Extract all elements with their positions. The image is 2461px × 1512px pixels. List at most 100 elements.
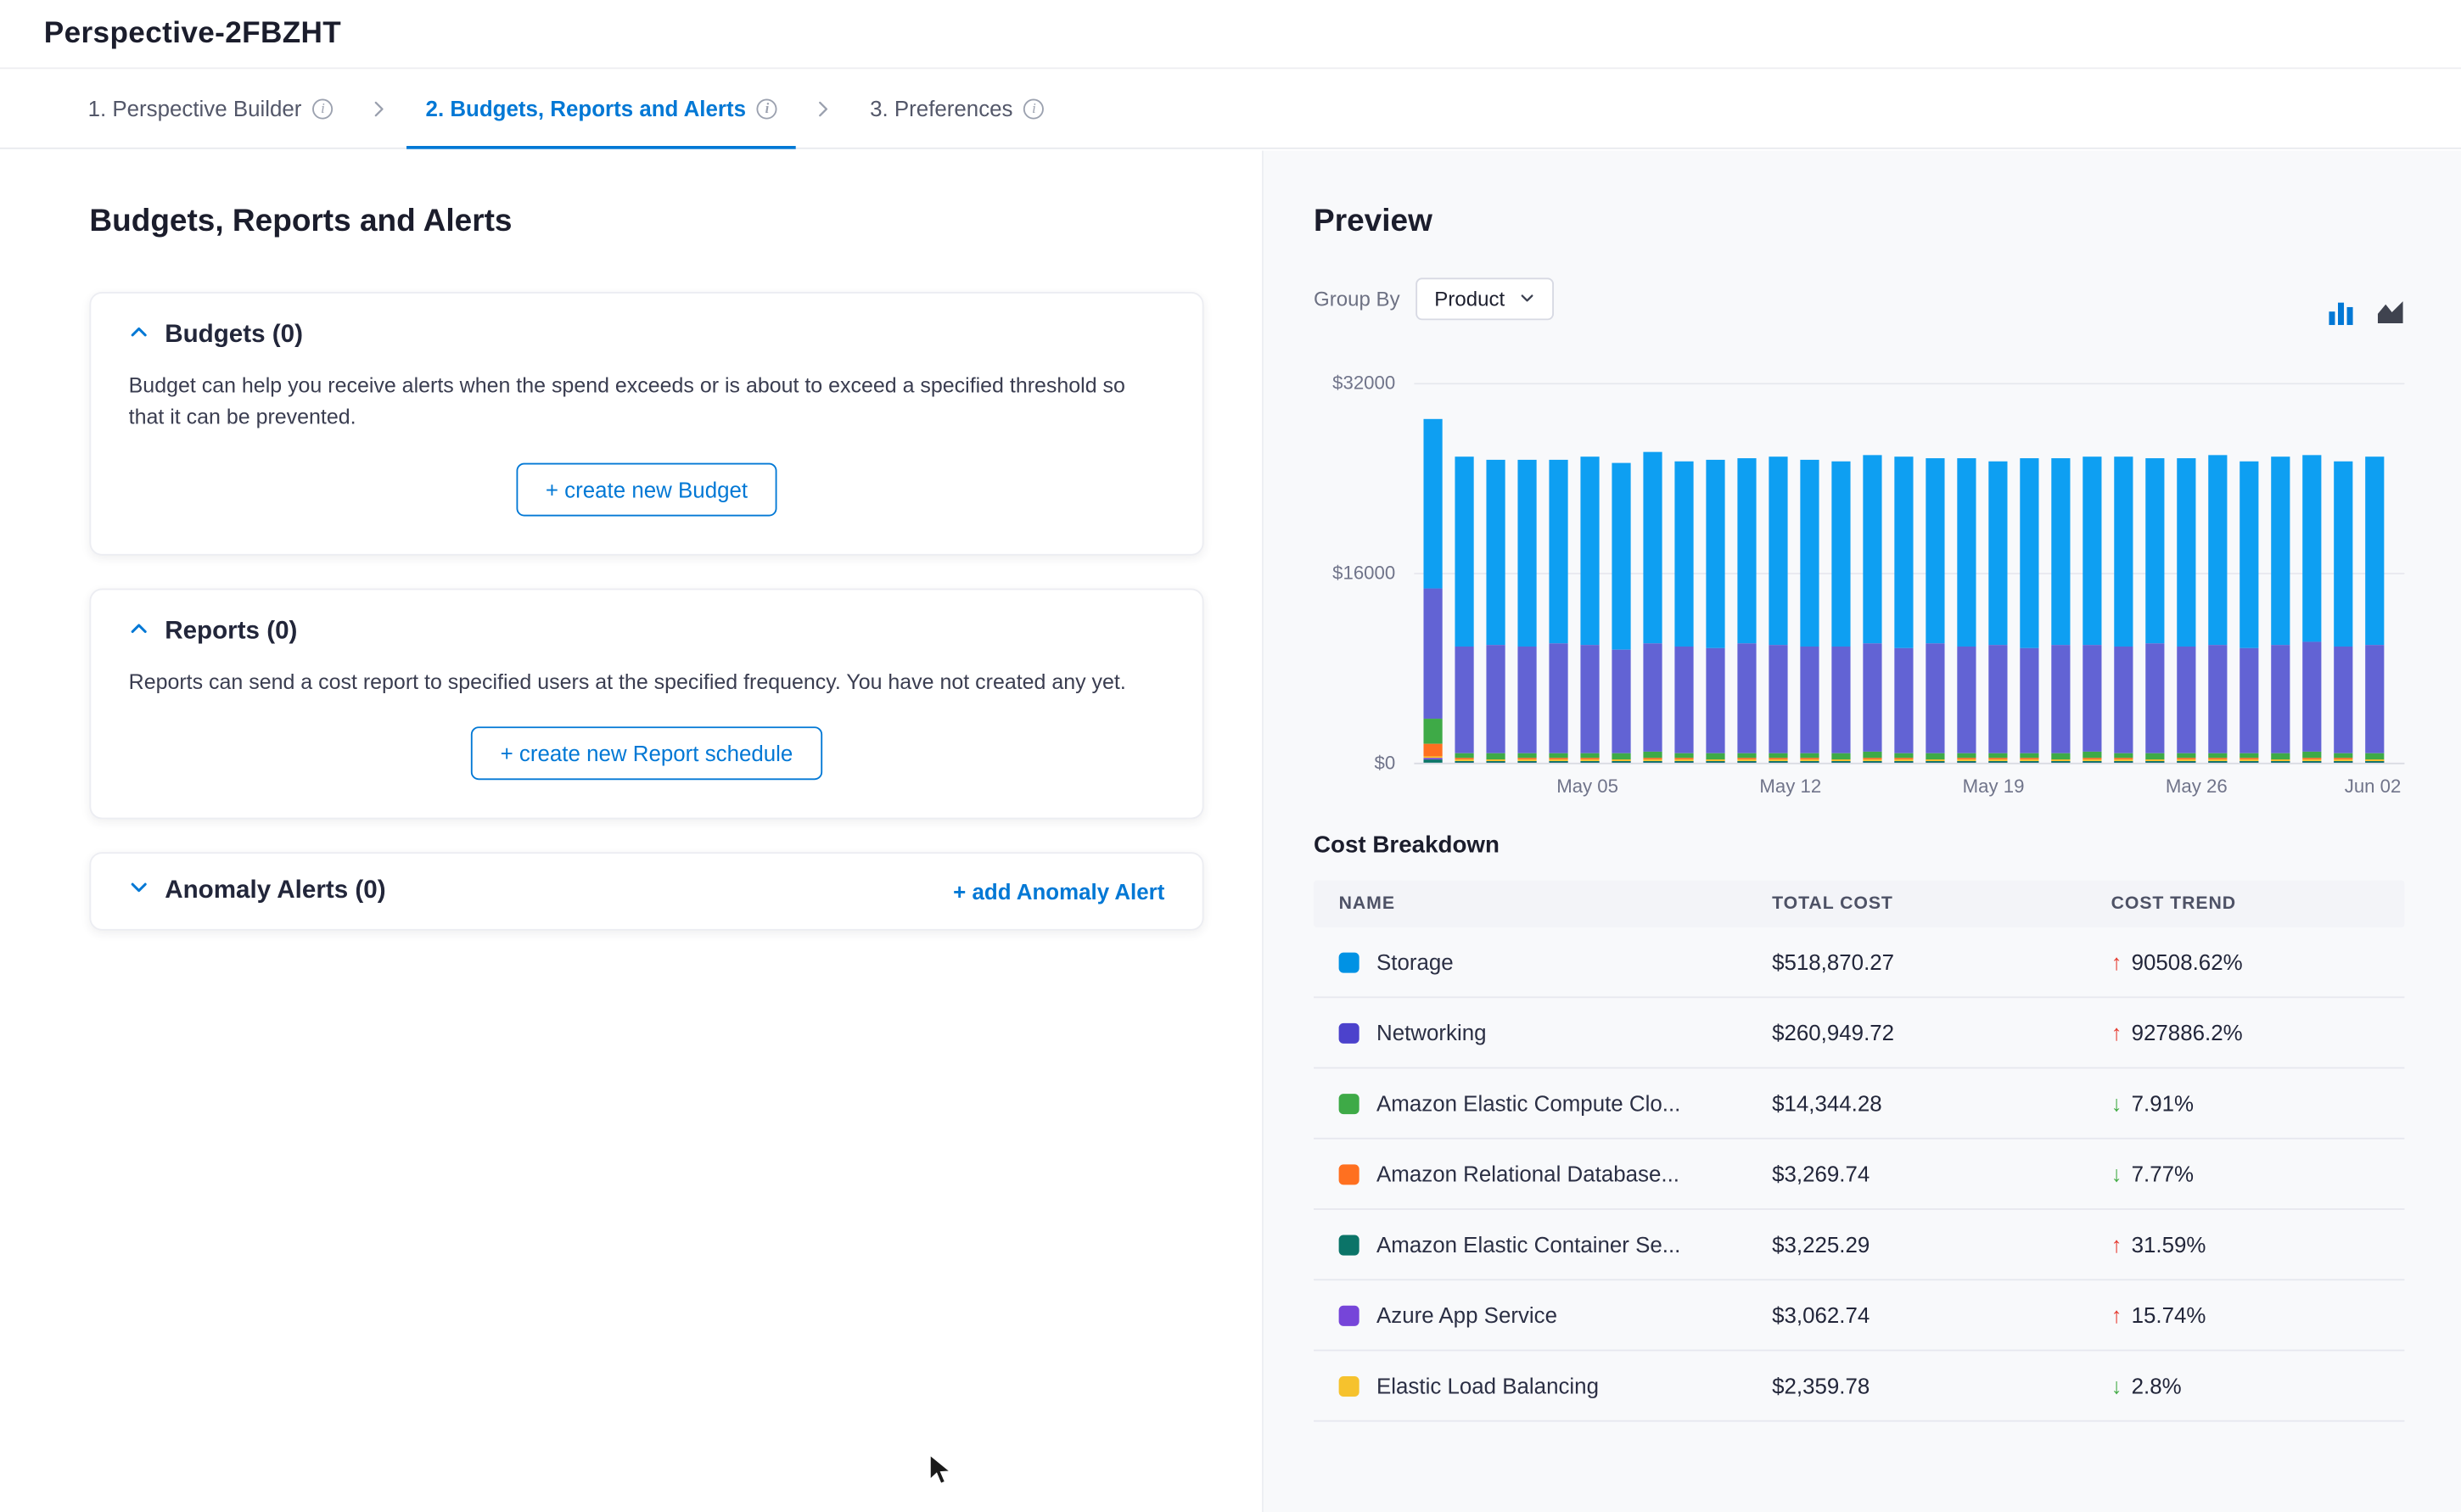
chart-bar — [2302, 383, 2321, 763]
preview-heading: Preview — [1314, 204, 2404, 240]
chevron-up-icon — [129, 618, 149, 646]
chart-bar — [1674, 383, 1693, 763]
budgets-card-header[interactable]: Budgets (0) — [129, 322, 1165, 350]
trend-arrow-icon: ↓ — [2111, 1090, 2122, 1116]
anomaly-alerts-card: Anomaly Alerts (0) + add Anomaly Alert — [89, 852, 1203, 930]
budgets-card-title: Budgets (0) — [165, 322, 303, 350]
anomaly-card-header[interactable]: Anomaly Alerts (0) — [129, 876, 386, 904]
row-cost-trend: 15.74% — [2132, 1302, 2206, 1328]
chart-bar — [2020, 383, 2038, 763]
chart-bar — [2208, 383, 2227, 763]
reports-card-header[interactable]: Reports (0) — [129, 618, 1165, 646]
tab-budgets-reports-alerts[interactable]: 2. Budgets, Reports and Alerts i — [406, 69, 796, 147]
info-icon[interactable]: i — [757, 98, 777, 119]
chart-bar — [1894, 383, 1913, 763]
wizard-tabbar: 1. Perspective Builder i 2. Budgets, Rep… — [0, 69, 2461, 148]
chart-bar — [2334, 383, 2352, 763]
page-title: Perspective-2FBZHT — [44, 16, 341, 51]
tab-perspective-builder[interactable]: 1. Perspective Builder i — [69, 69, 351, 147]
chart-type-toggle — [2323, 295, 2408, 330]
section-heading: Budgets, Reports and Alerts — [89, 204, 1203, 240]
chart-bar — [2145, 383, 2164, 763]
row-name: Networking — [1376, 1020, 1487, 1045]
table-row[interactable]: Elastic Load Balancing $2,359.78 ↓ 2.8% — [1314, 1351, 2404, 1421]
row-total-cost: $3,062.74 — [1772, 1302, 2111, 1328]
chart-bar — [1643, 383, 1662, 763]
trend-arrow-icon: ↓ — [2111, 1373, 2122, 1398]
chart-bar — [1769, 383, 1787, 763]
chart-bar — [2177, 383, 2195, 763]
chart-bar — [1926, 383, 1944, 763]
x-tick-label: May 05 — [1556, 776, 1618, 798]
series-color-swatch — [1339, 1305, 1359, 1325]
left-panel: Budgets, Reports and Alerts Budgets (0) … — [0, 151, 1262, 1512]
create-budget-button[interactable]: + create new Budget — [516, 462, 778, 516]
reports-description: Reports can send a cost report to specif… — [129, 666, 1165, 697]
table-row[interactable]: Amazon Elastic Container Se... $3,225.29… — [1314, 1210, 2404, 1280]
row-total-cost: $3,269.74 — [1772, 1162, 2111, 1187]
chart-y-axis: $32000 $16000 $0 — [1314, 383, 1414, 763]
row-total-cost: $3,225.29 — [1772, 1232, 2111, 1257]
row-name: Elastic Load Balancing — [1376, 1373, 1599, 1398]
tab-preferences[interactable]: 3. Preferences i — [851, 69, 1063, 147]
chart-bar — [2240, 383, 2258, 763]
budgets-card: Budgets (0) Budget can help you receive … — [89, 292, 1203, 555]
info-icon[interactable]: i — [1023, 98, 1044, 119]
table-row[interactable]: Storage $518,870.27 ↑ 90508.62% — [1314, 927, 2404, 998]
cost-breakdown-table: NAME TOTAL COST COST TREND Storage $518,… — [1314, 881, 2404, 1422]
row-name: Amazon Elastic Container Se... — [1376, 1232, 1680, 1257]
chart-xticks: May 05May 12May 19May 26Jun 02 — [1414, 763, 2404, 800]
groupby-dropdown[interactable]: Product — [1415, 277, 1553, 320]
trend-arrow-icon: ↓ — [2111, 1162, 2122, 1187]
chart-bar — [1863, 383, 1881, 763]
cost-breakdown-title: Cost Breakdown — [1314, 832, 2404, 858]
app-window: Perspective-2FBZHT 1. Perspective Builde… — [0, 0, 2461, 1512]
chart-bar — [2051, 383, 2070, 763]
series-color-swatch — [1339, 952, 1359, 972]
chevron-right-icon — [815, 99, 832, 116]
trend-arrow-icon: ↑ — [2111, 1302, 2122, 1328]
row-cost-trend: 7.77% — [2132, 1162, 2194, 1187]
chart-bar — [1486, 383, 1505, 763]
preview-panel: Preview Group By Product $32000 $16000 — [1262, 151, 2461, 1512]
table-row[interactable]: Amazon Elastic Compute Clo... $14,344.28… — [1314, 1069, 2404, 1140]
table-row[interactable]: Azure App Service $3,062.74 ↑ 15.74% — [1314, 1280, 2404, 1351]
chart-bar — [1957, 383, 1976, 763]
row-cost-trend: 2.8% — [2132, 1373, 2182, 1398]
chart-bar — [2114, 383, 2133, 763]
row-cost-trend: 90508.62% — [2132, 949, 2243, 975]
tab-label: 2. Budgets, Reports and Alerts — [426, 96, 746, 121]
reports-card-title: Reports (0) — [165, 618, 297, 646]
tab-label: 1. Perspective Builder — [88, 96, 302, 121]
anomaly-card-title: Anomaly Alerts (0) — [165, 876, 385, 904]
chart-bar — [1455, 383, 1473, 763]
area-chart-icon[interactable] — [2373, 295, 2408, 330]
info-icon[interactable]: i — [312, 98, 333, 119]
series-color-swatch — [1339, 1093, 1359, 1113]
row-cost-trend: 927886.2% — [2132, 1020, 2243, 1045]
chevron-down-icon — [1519, 287, 1534, 311]
series-color-swatch — [1339, 1375, 1359, 1396]
trend-arrow-icon: ↑ — [2111, 949, 2122, 975]
chart-bar — [1737, 383, 1756, 763]
y-tick-label: $0 — [1374, 752, 1395, 774]
row-name: Storage — [1376, 949, 1454, 975]
cost-chart: $32000 $16000 $0 May 05May 12May 19May 2… — [1314, 383, 2404, 763]
row-cost-trend: 7.91% — [2132, 1090, 2194, 1116]
trend-arrow-icon: ↑ — [2111, 1232, 2122, 1257]
row-total-cost: $2,359.78 — [1772, 1373, 2111, 1398]
add-anomaly-alert-link[interactable]: + add Anomaly Alert — [953, 878, 1164, 904]
x-tick-label: May 26 — [2166, 776, 2228, 798]
create-report-schedule-button[interactable]: + create new Report schedule — [470, 726, 822, 780]
tab-label: 3. Preferences — [870, 96, 1012, 121]
chart-plot: May 05May 12May 19May 26Jun 02 — [1414, 383, 2404, 763]
row-cost-trend: 31.59% — [2132, 1232, 2206, 1257]
app-header: Perspective-2FBZHT — [0, 0, 2461, 69]
bar-chart-icon[interactable] — [2323, 295, 2357, 330]
chart-bar — [1517, 383, 1536, 763]
chevron-down-icon — [129, 876, 149, 904]
table-row[interactable]: Networking $260,949.72 ↑ 927886.2% — [1314, 998, 2404, 1068]
table-row[interactable]: Amazon Relational Database... $3,269.74 … — [1314, 1140, 2404, 1210]
chart-bar — [1988, 383, 2007, 763]
groupby-row: Group By Product — [1314, 277, 2404, 320]
